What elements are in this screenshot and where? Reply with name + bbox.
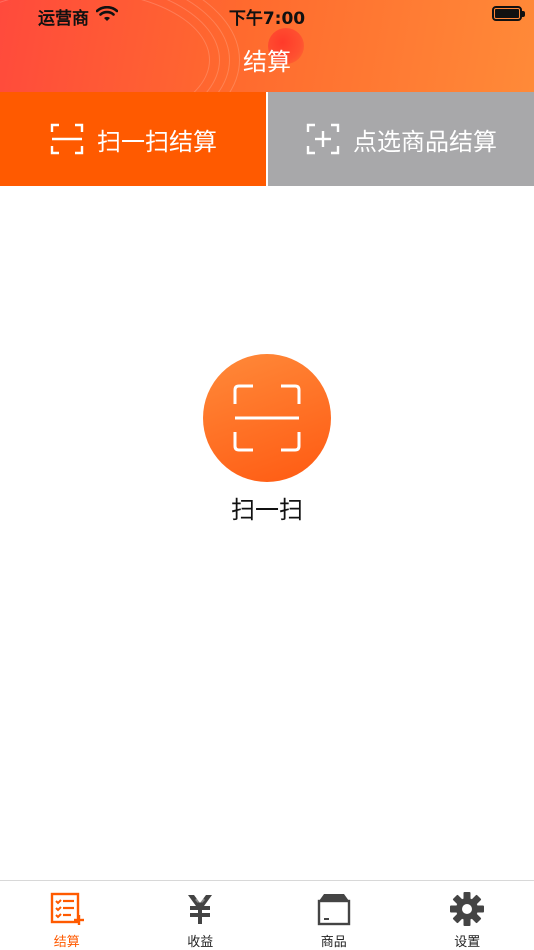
tabbar-label: 结算 (53, 935, 80, 950)
add-frame-icon (306, 123, 340, 155)
tab-scan-checkout[interactable]: 扫一扫结算 (0, 92, 266, 186)
page-title: 结算 (243, 48, 291, 76)
scan-frame-icon (233, 384, 301, 452)
checkout-mode-tabs: 扫一扫结算 点选商品结算 (0, 92, 534, 186)
scan-label: 扫一扫 (231, 496, 303, 524)
scan-button[interactable] (203, 354, 331, 482)
checklist-icon (50, 892, 84, 925)
tab-label: 扫一扫结算 (97, 127, 217, 156)
yuan-icon (188, 895, 213, 924)
status-bar: 运营商 下午7:00 (0, 0, 534, 30)
status-time: 下午7:00 (228, 9, 306, 29)
tabbar-label: 设置 (454, 935, 481, 950)
gear-icon (450, 892, 485, 926)
tabbar-label: 收益 (187, 935, 214, 950)
box-icon (317, 894, 350, 926)
tab-bar: 结算 收益 商品 设置 (0, 880, 534, 950)
tabbar-item-earnings[interactable]: 收益 (134, 881, 268, 950)
tabbar-item-products[interactable]: 商品 (267, 881, 401, 950)
tabbar-item-checkout[interactable]: 结算 (0, 881, 134, 950)
tab-label: 点选商品结算 (353, 127, 497, 156)
tabbar-item-settings[interactable]: 设置 (401, 881, 534, 950)
tab-select-checkout[interactable]: 点选商品结算 (268, 92, 534, 186)
tabbar-label: 商品 (320, 935, 347, 950)
header: 运营商 下午7:00 结算 (0, 0, 534, 92)
battery-icon (492, 6, 525, 21)
scan-frame-icon (50, 123, 84, 155)
